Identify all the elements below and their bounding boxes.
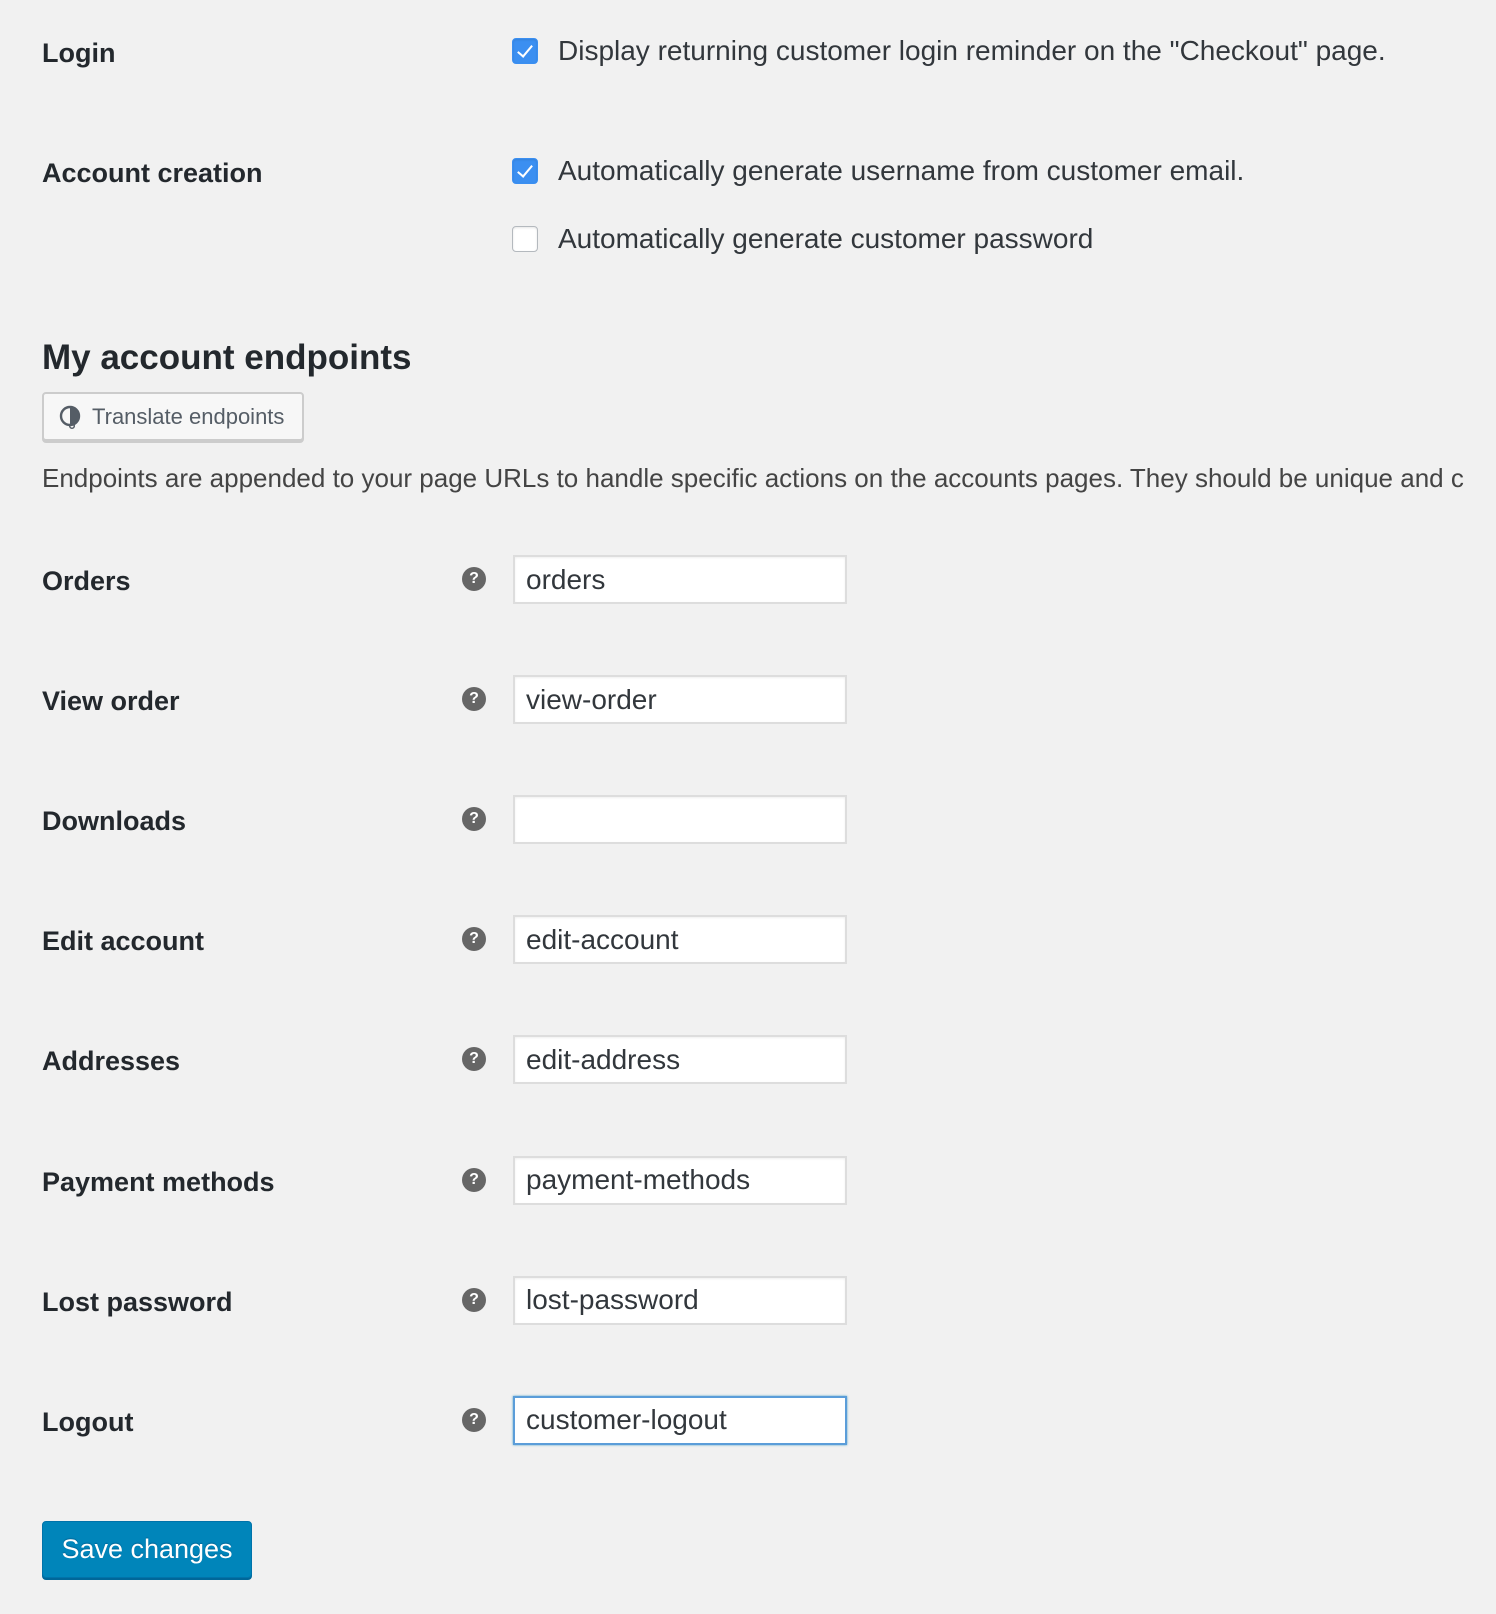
view-order-endpoint-input[interactable]	[513, 675, 847, 725]
edit-account-label: Edit account	[42, 926, 205, 957]
lost-password-endpoint-input[interactable]	[513, 1275, 847, 1325]
help-tip-icon[interactable]: ?	[462, 1047, 486, 1072]
account-creation-label: Account creation	[42, 158, 263, 188]
help-tip-icon[interactable]: ?	[462, 1287, 486, 1312]
lost-password-label: Lost password	[42, 1286, 233, 1317]
endpoints-description: Endpoints are appended to your page URLs…	[42, 463, 1464, 493]
save-changes-button[interactable]: Save changes	[42, 1521, 252, 1578]
addresses-endpoint-input[interactable]	[513, 1035, 847, 1085]
section-heading: My account endpoints	[42, 338, 412, 377]
translate-endpoints-label: Translate endpoints	[92, 403, 285, 429]
help-tip-icon[interactable]: ?	[462, 807, 486, 832]
orders-label: Orders	[42, 566, 131, 596]
translate-endpoints-button[interactable]: Translate endpoints	[42, 392, 304, 441]
view-order-label: View order	[42, 686, 180, 717]
login-reminder-label[interactable]: Display returning customer login reminde…	[558, 37, 1386, 65]
downloads-label: Downloads	[42, 806, 187, 837]
wpml-translate-icon	[59, 405, 81, 429]
help-tip-icon[interactable]: ?	[462, 1407, 486, 1432]
login-label: Login	[42, 38, 116, 68]
payment-methods-label: Payment methods	[42, 1166, 275, 1197]
orders-endpoint-input[interactable]	[513, 555, 847, 604]
help-tip-icon[interactable]: ?	[462, 927, 486, 952]
payment-methods-endpoint-input[interactable]	[513, 1155, 847, 1205]
generate-username-label[interactable]: Automatically generate username from cus…	[558, 157, 1244, 185]
edit-account-endpoint-input[interactable]	[513, 915, 847, 965]
generate-username-checkbox[interactable]	[512, 158, 538, 184]
generate-password-label[interactable]: Automatically generate customer password	[558, 225, 1093, 253]
help-tip-icon[interactable]: ?	[462, 687, 486, 712]
help-tip-icon[interactable]: ?	[462, 567, 486, 591]
login-reminder-checkbox[interactable]	[512, 38, 538, 64]
logout-label: Logout	[42, 1406, 134, 1437]
logout-endpoint-input[interactable]	[513, 1395, 847, 1445]
downloads-endpoint-input[interactable]	[513, 795, 847, 845]
addresses-label: Addresses	[42, 1046, 181, 1077]
help-tip-icon[interactable]: ?	[462, 1167, 486, 1192]
generate-password-checkbox[interactable]	[512, 226, 538, 252]
